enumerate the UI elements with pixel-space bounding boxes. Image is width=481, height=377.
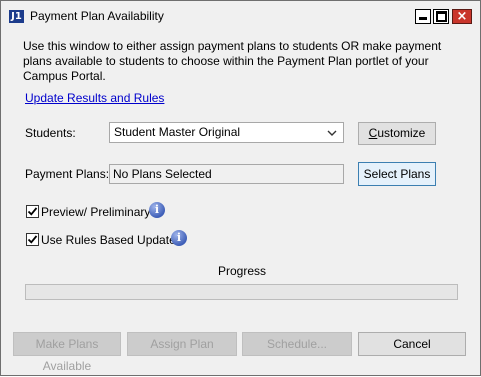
rules-checkbox[interactable] [26, 233, 39, 246]
chevron-down-icon [326, 123, 338, 142]
info-icon[interactable]: i [149, 202, 165, 218]
payment-plans-label: Payment Plans: [25, 167, 110, 181]
students-selected-value: Student Master Original [114, 125, 241, 139]
minimize-button[interactable] [415, 9, 431, 24]
window-title: Payment Plan Availability [30, 9, 164, 23]
assign-plan-button[interactable]: Assign Plan [127, 332, 237, 356]
checkmark-icon [27, 207, 38, 216]
preview-checkbox[interactable] [26, 205, 39, 218]
title-bar: J1 Payment Plan Availability × [1, 1, 480, 30]
students-select[interactable]: Student Master Original [109, 122, 344, 143]
students-label: Students: [25, 126, 76, 140]
cancel-button[interactable]: Cancel [358, 332, 466, 356]
close-button[interactable]: × [452, 9, 472, 24]
schedule-button[interactable]: Schedule... [242, 332, 352, 356]
minimize-icon [419, 17, 427, 20]
rules-label: Use Rules Based Update [41, 233, 176, 247]
select-plans-button[interactable]: Select Plans [358, 162, 436, 186]
customize-accesskey: C [368, 126, 378, 140]
customize-button[interactable]: Customize [358, 122, 436, 145]
payment-plans-field: No Plans Selected [109, 164, 344, 184]
payment-plan-window: J1 Payment Plan Availability × Use this … [0, 0, 481, 376]
update-results-link[interactable]: Update Results and Rules [25, 91, 164, 105]
make-plans-available-button[interactable]: Make Plans Available [13, 332, 121, 373]
maximize-button[interactable] [433, 9, 449, 24]
app-icon: J1 [9, 10, 24, 23]
description-text: Use this window to either assign payment… [23, 39, 442, 83]
customize-label: ustomize [377, 126, 426, 140]
checkmark-icon [27, 235, 38, 244]
preview-label: Preview/ Preliminary [41, 205, 151, 219]
close-icon: × [456, 9, 468, 24]
progress-bar [25, 284, 458, 300]
maximize-icon [435, 11, 447, 22]
info-icon[interactable]: i [171, 230, 187, 246]
progress-label: Progress [218, 264, 267, 278]
